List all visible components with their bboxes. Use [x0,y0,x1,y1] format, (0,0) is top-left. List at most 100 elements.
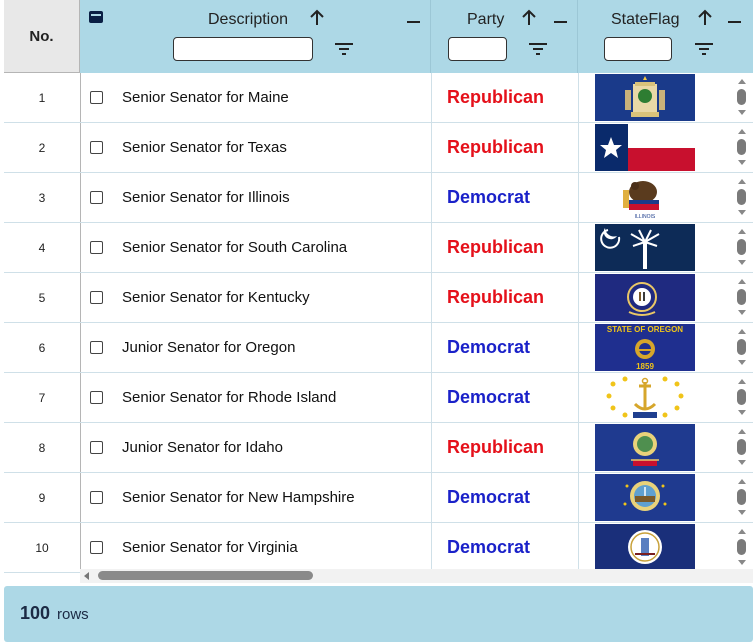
row-number: 2 [4,123,81,172]
description-cell: Junior Senator for Idaho [80,423,432,472]
row-number: 6 [4,323,81,372]
row-checkbox[interactable] [90,391,103,404]
cell-scrollbar[interactable] [734,423,750,472]
filter-icon[interactable] [528,41,548,57]
description-cell: Senior Senator for Rhode Island [80,373,432,422]
row-number: 5 [4,273,81,322]
description-cell: Senior Senator for Maine [80,73,432,122]
party-text: Republican [447,137,545,157]
table-row[interactable]: 4 Senior Senator for South Carolina Repu… [4,223,753,273]
description-text: Senior Senator for Virginia [122,539,298,556]
table-row[interactable]: 8 Junior Senator for Idaho Republican [4,423,753,473]
collapse-column-icon[interactable] [728,21,741,23]
scroll-left-icon[interactable] [84,572,89,580]
cell-scrollbar[interactable] [734,173,750,222]
description-text: Junior Senator for Oregon [122,339,296,356]
party-text: Democrat [447,487,531,507]
row-checkbox[interactable] [90,291,103,304]
party-text: Democrat [447,187,531,207]
row-count-label: rows [57,606,89,623]
party-text: Republican [447,237,545,257]
party-cell: Republican [431,123,579,172]
cell-scrollbar[interactable] [734,373,750,422]
description-cell: Senior Senator for Kentucky [80,273,432,322]
row-checkbox[interactable] [90,441,103,454]
party-filter-input[interactable] [448,37,507,61]
header-stateflag-label[interactable]: StateFlag [611,11,679,29]
party-text: Republican [447,87,545,107]
texas-flag-icon [595,124,695,171]
stateflag-filter-input[interactable] [604,37,672,61]
row-checkbox[interactable] [90,541,103,554]
row-checkbox[interactable] [90,491,103,504]
row-checkbox[interactable] [90,241,103,254]
collapse-column-icon[interactable] [407,21,420,23]
table-row[interactable]: 9 Senior Senator for New Hampshire Democ… [4,473,753,523]
description-text: Senior Senator for Texas [122,139,287,156]
row-checkbox[interactable] [90,191,103,204]
party-text: Democrat [447,337,531,357]
sort-ascending-icon[interactable] [697,9,713,27]
header-no[interactable]: No. [4,0,80,73]
party-cell: Democrat [431,373,579,422]
table-row[interactable]: 7 Senior Senator for Rhode Island Democr… [4,373,753,423]
sort-ascending-icon[interactable] [521,9,537,27]
row-checkbox[interactable] [90,341,103,354]
cell-scrollbar[interactable] [734,473,750,522]
header-description: Description [80,0,431,73]
description-text: Senior Senator for Maine [122,89,289,106]
description-cell: Junior Senator for Oregon [80,323,432,372]
header-party-label[interactable]: Party [467,11,504,29]
kentucky-flag-icon [595,274,695,321]
description-text: Junior Senator for Idaho [122,439,283,456]
row-checkbox[interactable] [90,141,103,154]
table-row[interactable]: 2 Senior Senator for Texas Republican [4,123,753,173]
cell-scrollbar[interactable] [734,123,750,172]
cell-scrollbar[interactable] [734,223,750,272]
flag-year: 1859 [636,362,654,371]
cell-scrollbar[interactable] [734,523,750,572]
row-number: 3 [4,173,81,222]
filter-icon[interactable] [334,41,354,57]
party-cell: Republican [431,423,579,472]
table-row[interactable]: 5 Senior Senator for Kentucky Republican [4,273,753,323]
party-text: Democrat [447,387,531,407]
header-party: Party [431,0,578,73]
illinois-flag-icon: ILLINOIS [595,174,695,221]
party-cell: Democrat [431,173,579,222]
description-cell: Senior Senator for Texas [80,123,432,172]
cell-scrollbar[interactable] [734,273,750,322]
row-checkbox[interactable] [90,91,103,104]
table-row[interactable]: 3 Senior Senator for Illinois Democrat I… [4,173,753,223]
description-text: Senior Senator for South Carolina [122,239,348,256]
party-text: Republican [447,287,545,307]
cell-scrollbar[interactable] [734,73,750,122]
sort-ascending-icon[interactable] [309,9,325,27]
header-description-label[interactable]: Description [208,11,288,29]
flag-caption: ILLINOIS [635,214,656,220]
rhode-island-flag-icon [595,374,695,421]
flag-caption: STATE OF OREGON [607,325,683,334]
row-number: 10 [4,523,81,572]
description-filter-input[interactable] [173,37,313,61]
column-chooser-icon[interactable] [89,11,103,23]
row-number: 1 [4,73,81,122]
description-cell: Senior Senator for Virginia [80,523,432,572]
cell-scrollbar[interactable] [734,323,750,372]
grid-footer: 100 rows [4,586,753,642]
horizontal-scrollbar[interactable] [80,569,753,583]
oregon-flag-icon: STATE OF OREGON 1859 [595,324,695,371]
row-count: 100 [20,603,51,623]
horizontal-scroll-thumb[interactable] [98,571,313,580]
table-row[interactable]: 6 Junior Senator for Oregon Democrat STA… [4,323,753,373]
filter-icon[interactable] [694,41,714,57]
party-text: Democrat [447,537,531,557]
header-no-label: No. [29,27,54,45]
party-cell: Democrat [431,323,579,372]
party-cell: Republican [431,223,579,272]
party-cell: Republican [431,273,579,322]
table-row[interactable]: 1 Senior Senator for Maine Republican [4,73,753,123]
collapse-column-icon[interactable] [554,21,567,23]
table-row[interactable]: 10 Senior Senator for Virginia Democrat [4,523,753,573]
header-stateflag: StateFlag [578,0,753,73]
